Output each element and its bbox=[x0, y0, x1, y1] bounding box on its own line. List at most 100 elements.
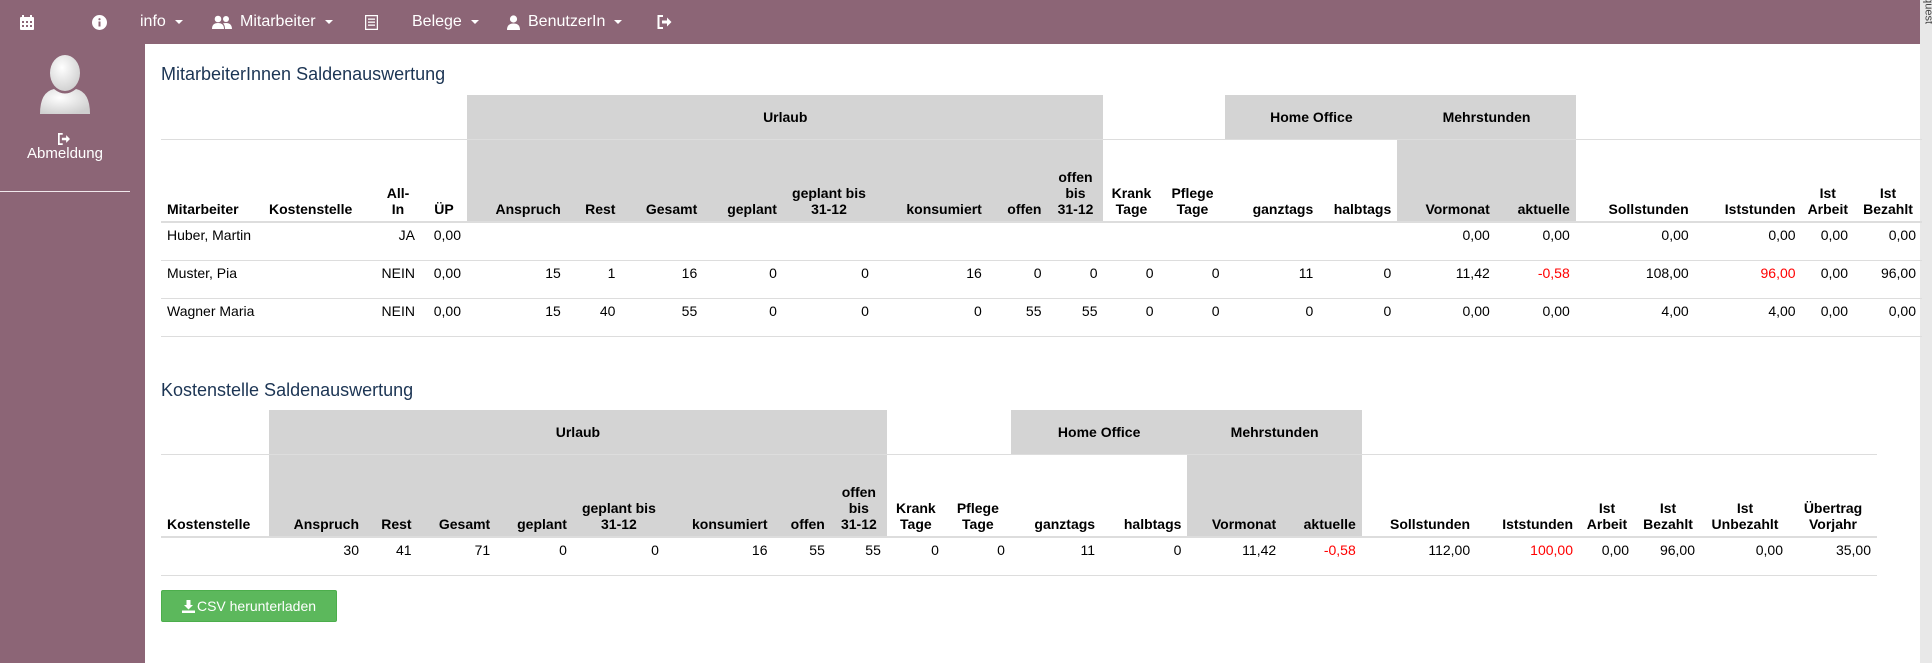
table-cell: 0 bbox=[782, 298, 875, 337]
column-header: Iststunden bbox=[1476, 454, 1579, 538]
table-cell bbox=[621, 222, 704, 261]
column-header: Iststunden bbox=[1694, 139, 1802, 223]
table-cell: 100,00 bbox=[1476, 537, 1579, 576]
table-cell: 0,00 bbox=[1854, 298, 1922, 337]
column-header: Sollstunden bbox=[1575, 139, 1695, 223]
top-navbar: info Mitarbeiter Belege BenutzerIn bbox=[0, 0, 1932, 44]
table-row: 30 41 71 0 0 16 55 55 0 0 11 0 11,42 -0,58 112,00 100,0… bbox=[161, 537, 1877, 576]
column-header: Krank Tage bbox=[1103, 139, 1160, 223]
calendar-icon[interactable] bbox=[20, 0, 34, 44]
table-cell: 96,00 bbox=[1635, 537, 1701, 576]
table-cell: 0 bbox=[1159, 298, 1226, 337]
csv-download-button[interactable]: CSV herunterladen bbox=[161, 590, 337, 622]
table-cell: 96,00 bbox=[1694, 260, 1802, 299]
column-header: Übertrag Vorjahr bbox=[1789, 454, 1877, 538]
table-cell: 15 bbox=[467, 298, 567, 337]
table-cell: 0,00 bbox=[1397, 222, 1496, 261]
column-header: offen bis 31-12 bbox=[830, 454, 887, 538]
table-row: Huber, Martin JA 0,00 0,00 0,00 0,00 0,00 0,00 0… bbox=[161, 222, 1922, 261]
table-cell: 0,00 bbox=[1801, 222, 1854, 261]
column-header: Rest bbox=[365, 454, 418, 538]
table-cell: 0 bbox=[1047, 260, 1104, 299]
table-cell: 30 bbox=[269, 537, 365, 576]
table-cell bbox=[263, 260, 375, 299]
table-cell: 0 bbox=[496, 537, 573, 576]
table-cell: 0,00 bbox=[1579, 537, 1635, 576]
table-cell: 0,00 bbox=[1694, 222, 1802, 261]
table-cell: -0,58 bbox=[1282, 537, 1362, 576]
group-header-homeoffice: Home Office bbox=[1010, 410, 1188, 455]
table-cell: 0 bbox=[572, 537, 665, 576]
info-icon[interactable] bbox=[92, 0, 107, 44]
column-header: Rest bbox=[566, 139, 622, 223]
table-cell: 0 bbox=[1101, 537, 1188, 576]
table-cell: 0 bbox=[1319, 260, 1398, 299]
group-header-mehrstunden: Mehrstunden bbox=[1187, 410, 1362, 455]
column-header: Gesamt bbox=[417, 454, 497, 538]
column-header: halbtags bbox=[1319, 139, 1398, 223]
group-header-mehrstunden: Mehrstunden bbox=[1397, 95, 1576, 140]
table-cell: 40 bbox=[566, 298, 622, 337]
table-cell bbox=[987, 222, 1048, 261]
table-cell: 0,00 bbox=[1801, 298, 1854, 337]
column-header: Gesamt bbox=[621, 139, 704, 223]
logout-link[interactable]: Abmeldung bbox=[0, 145, 130, 162]
users-icon bbox=[212, 15, 232, 29]
chevron-down-icon bbox=[470, 20, 479, 24]
table-cell: Huber, Martin bbox=[161, 222, 263, 261]
column-header: Anspruch bbox=[467, 139, 567, 223]
column-header: Vormonat bbox=[1397, 139, 1496, 223]
table-cell: 55 bbox=[987, 298, 1048, 337]
table-cell: NEIN bbox=[375, 298, 421, 337]
column-header: ganztags bbox=[1010, 454, 1102, 538]
table-row: Wagner Maria NEIN 0,00 15 40 55 0 0 0 55 55 0 0 0 0 0,0… bbox=[161, 298, 1922, 337]
kostenstelle-saldo-table: Urlaub Home Office Mehrstunden Kostenste… bbox=[161, 410, 1877, 576]
column-header: offen bbox=[987, 139, 1048, 223]
table-cell: 0 bbox=[782, 260, 875, 299]
table-cell: 0,00 bbox=[421, 298, 467, 337]
table-cell: 0 bbox=[1319, 298, 1398, 337]
table-cell: 55 bbox=[621, 298, 704, 337]
nav-belege-dropdown[interactable]: Belege bbox=[412, 0, 479, 44]
nav-mitarbeiter-dropdown[interactable]: Mitarbeiter bbox=[212, 0, 333, 44]
table-cell: 0 bbox=[703, 260, 783, 299]
nav-benutzerin-dropdown[interactable]: BenutzerIn bbox=[507, 0, 623, 44]
nav-info-dropdown[interactable]: info bbox=[140, 0, 183, 44]
table-cell: 71 bbox=[417, 537, 497, 576]
table-cell: JA bbox=[375, 222, 421, 261]
mitarbeiter-saldo-table: Urlaub Home Office Mehrstunden Mitarbeit… bbox=[161, 95, 1922, 337]
table-cell: 0,00 bbox=[1854, 222, 1922, 261]
column-header: Mitarbeiter bbox=[161, 139, 263, 223]
column-header: Ist Unbezahlt bbox=[1701, 454, 1789, 538]
nav-belege-label: Belege bbox=[412, 13, 462, 30]
table-cell: 11 bbox=[1010, 537, 1102, 576]
table-cell: 96,00 bbox=[1854, 260, 1922, 299]
table-cell: 0,00 bbox=[1701, 537, 1789, 576]
section-title-kostenstelle: Kostenstelle Saldenauswertung bbox=[161, 380, 414, 400]
table-cell: 16 bbox=[874, 260, 988, 299]
table-body: Huber, Martin JA 0,00 0,00 0,00 0,00 0,00 0,00 0… bbox=[161, 222, 1922, 337]
table-cell bbox=[263, 222, 375, 261]
pull-request-label: Pull Request bbox=[1922, 0, 1932, 24]
table-cell: 0,00 bbox=[421, 260, 467, 299]
chevron-down-icon bbox=[174, 20, 183, 24]
group-header-urlaub: Urlaub bbox=[269, 410, 887, 455]
table-cell: 0 bbox=[874, 298, 988, 337]
table-group-header-row: Urlaub Home Office Mehrstunden bbox=[161, 95, 1922, 140]
column-header: ÜP bbox=[421, 139, 467, 223]
table-cell: 0,00 bbox=[421, 222, 467, 261]
sign-out-icon[interactable] bbox=[657, 0, 672, 44]
table-cell: 0 bbox=[1103, 298, 1160, 337]
table-cell: 55 bbox=[1047, 298, 1104, 337]
csv-download-label: CSV herunterladen bbox=[196, 598, 317, 614]
table-cell: 112,00 bbox=[1361, 537, 1477, 576]
table-cell: 55 bbox=[773, 537, 831, 576]
document-list-icon[interactable] bbox=[365, 0, 378, 44]
column-header: Ist Arbeit bbox=[1579, 454, 1635, 538]
table-header-row: Kostenstelle Anspruch Rest Gesamt geplant gep… bbox=[161, 454, 1877, 538]
table-cell: 0 bbox=[1225, 298, 1320, 337]
column-header: geplant bbox=[703, 139, 783, 223]
user-icon bbox=[507, 14, 520, 30]
column-header: Kostenstelle bbox=[263, 139, 375, 223]
column-header: Ist Bezahlt bbox=[1635, 454, 1701, 538]
